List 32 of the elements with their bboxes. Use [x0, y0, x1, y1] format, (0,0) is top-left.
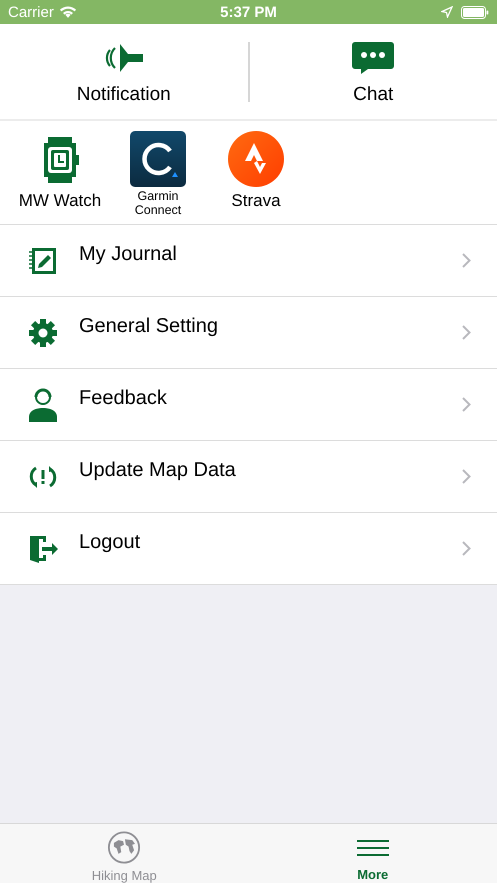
settings-icon	[29, 318, 57, 346]
menu-item[interactable]: My Journal	[0, 225, 497, 297]
notebook-icon	[29, 246, 57, 274]
notification-button[interactable]: Notification	[0, 38, 248, 106]
chevron-icon	[462, 397, 471, 412]
location-icon	[441, 6, 453, 18]
chat-icon	[352, 42, 394, 74]
sync-alert-icon	[29, 464, 57, 490]
clock: 5:37 PM	[220, 4, 277, 20]
app-shortcut[interactable]: Garmin Connect	[114, 121, 202, 219]
menu-item[interactable]: Feedback	[0, 369, 497, 441]
chevron-icon	[462, 541, 471, 556]
menu-item[interactable]: General Setting	[0, 297, 497, 369]
menu-item[interactable]: Logout	[0, 513, 497, 585]
app-logo-icon	[130, 131, 186, 187]
headset-person-icon	[29, 388, 57, 422]
app-logo-icon	[228, 131, 284, 187]
tab[interactable]: More	[248, 824, 497, 883]
app-shortcut[interactable]: MW Watch	[16, 121, 104, 219]
chat-button[interactable]: Chat	[250, 38, 497, 106]
menu-item[interactable]: Update Map Data	[0, 441, 497, 513]
chevron-icon	[462, 325, 471, 340]
wifi-icon	[58, 6, 77, 18]
globe-icon	[107, 831, 142, 864]
carrier-label: Carrier	[8, 4, 54, 20]
chevron-icon	[462, 469, 471, 484]
app-shortcut[interactable]: Strava	[212, 121, 300, 219]
logout-icon	[28, 534, 58, 562]
chevron-icon	[462, 253, 471, 268]
speaker-icon	[104, 42, 144, 74]
menu-icon	[356, 838, 390, 858]
battery-icon	[461, 6, 489, 18]
